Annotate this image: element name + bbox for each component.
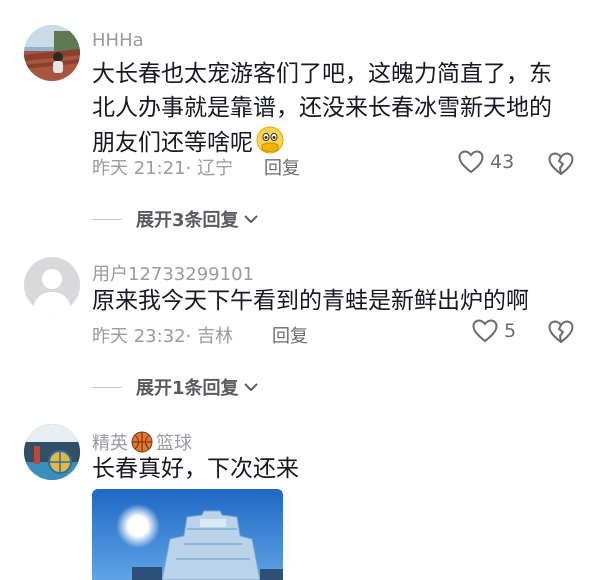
avatar-photo-icon [24,424,80,480]
chevron-down-icon [243,215,258,224]
heart-outline-icon [458,150,484,174]
divider [92,218,122,220]
comment-meta: 昨天 23:32· 吉林 [92,326,234,347]
username[interactable]: HHHa [92,30,144,51]
comment-text: 长春真好，下次还来 [92,456,299,482]
dislike-button[interactable] [548,152,574,180]
comment-text: 大长春也太宠游客们了吧，这魄力简直了，东北人办事就是靠谱，还没来长春冰雪新天地的… [92,57,572,165]
location: 辽宁 [197,158,234,179]
like-button[interactable]: 43 [458,150,514,174]
username[interactable]: 用户12733299101 [92,260,254,286]
default-avatar-icon [24,257,80,313]
comment-meta: 昨天 21:21· 辽宁 [92,158,234,179]
heart-outline-icon [472,319,498,343]
divider [92,386,122,388]
reply-button[interactable]: 回复 [264,154,300,180]
avatar-photo-icon [24,25,80,81]
username-suffix: 篮球 [156,433,192,454]
expand-replies-button[interactable]: 展开1条回复 [92,374,259,400]
like-count: 5 [504,320,517,342]
broken-heart-outline-icon [548,152,574,175]
broken-heart-outline-icon [548,320,574,343]
expand-replies-label: 展开3条回复 [136,210,239,231]
ice-castle-photo-icon [92,489,283,580]
chevron-down-icon [243,383,258,392]
expand-replies-label: 展开1条回复 [136,378,239,399]
dislike-button[interactable] [548,320,574,348]
like-button[interactable]: 5 [472,319,516,343]
avatar[interactable] [24,257,80,313]
timestamp: 昨天 21:21 [92,158,186,179]
avatar[interactable] [24,424,80,480]
expand-replies-button[interactable]: 展开3条回复 [92,206,259,232]
location: 吉林 [197,326,234,347]
reply-button[interactable]: 回复 [272,322,308,348]
username-prefix: 精英 [92,433,128,454]
comment-image[interactable] [92,489,283,580]
avatar[interactable] [24,25,80,81]
comment-text-body: 大长春也太宠游客们了吧，这魄力简直了，东北人办事就是靠谱，还没来长春冰雪新天地的… [92,61,552,156]
timestamp: 昨天 23:32 [92,326,186,347]
like-count: 43 [490,151,515,173]
comment-text: 原来我今天下午看到的青蛙是新鲜出炉的啊 [92,288,529,314]
